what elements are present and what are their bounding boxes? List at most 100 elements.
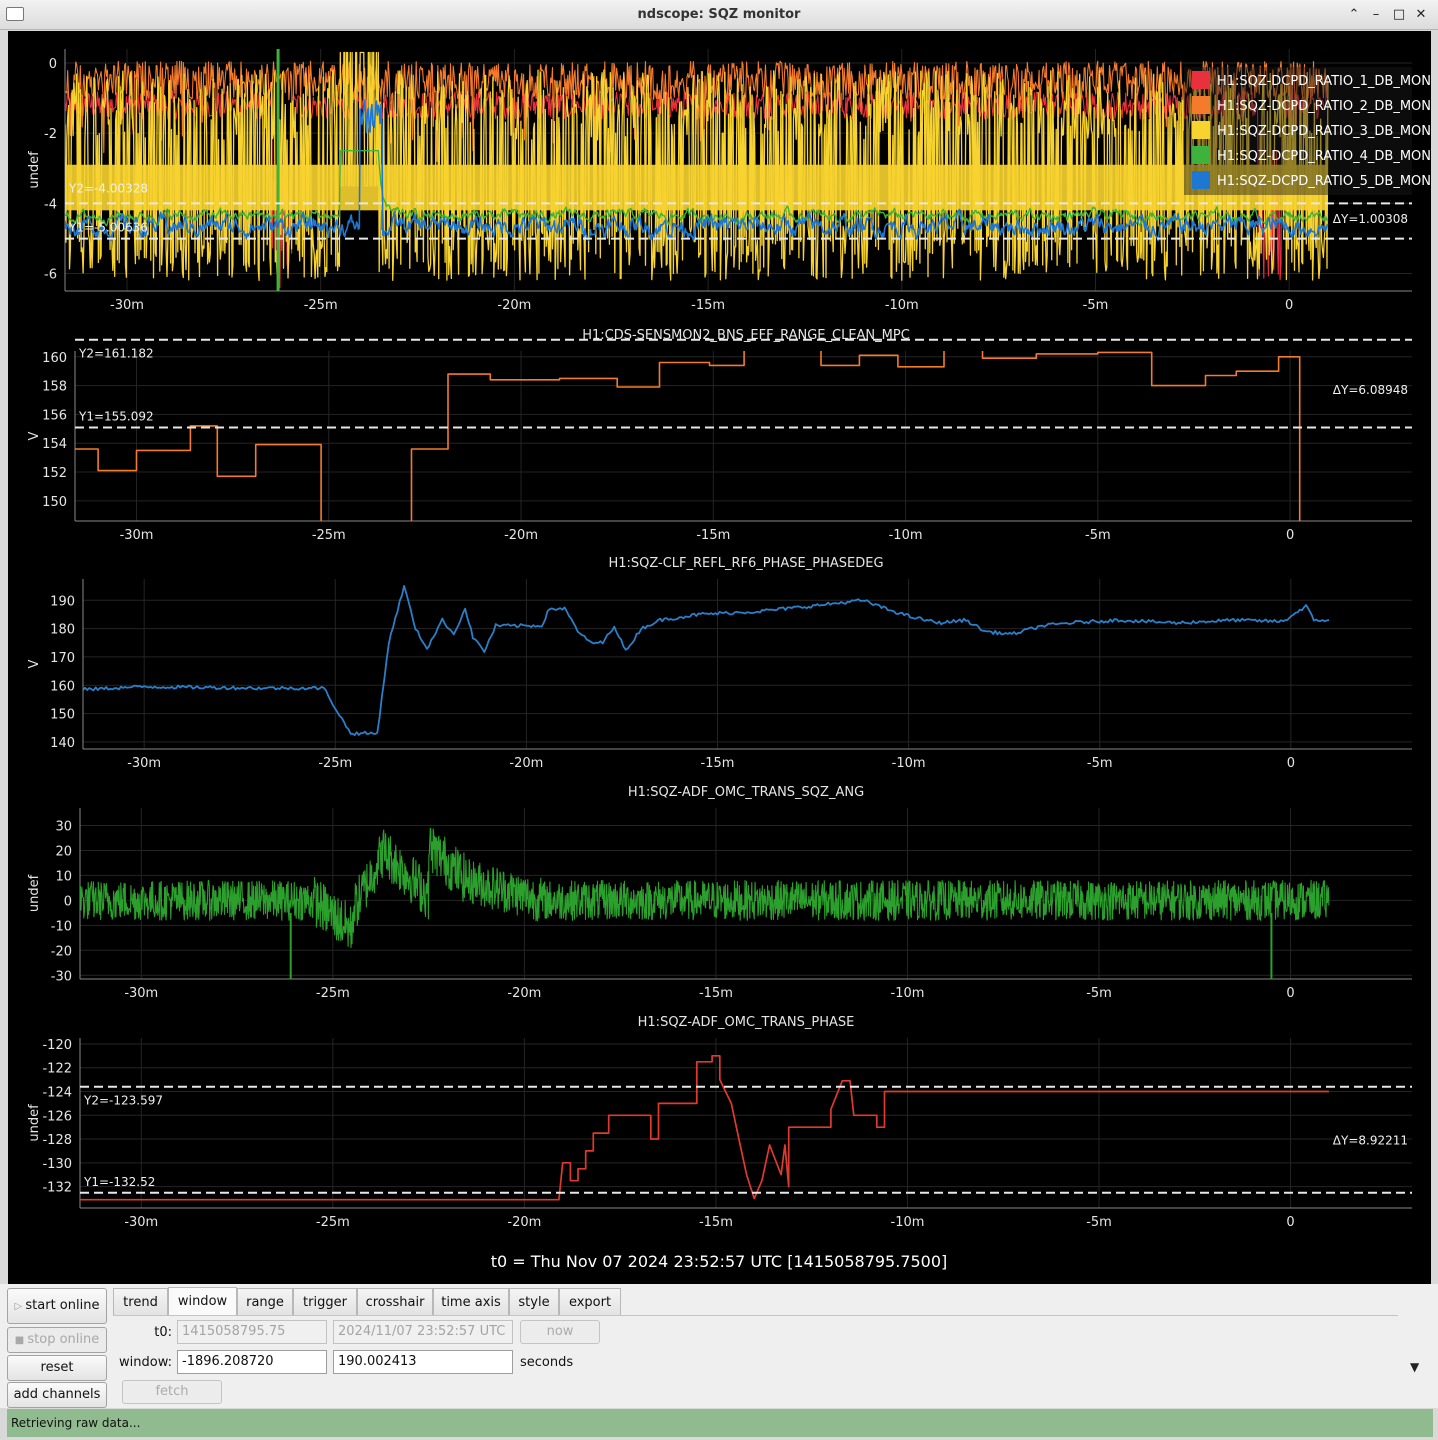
- x-tick-label: 0: [1285, 298, 1293, 313]
- x-tick-label: -15m: [696, 528, 730, 543]
- x-tick-label: 0: [1286, 1215, 1294, 1230]
- x-tick-label: -30m: [127, 756, 161, 771]
- x-tick-label: -15m: [699, 986, 733, 1001]
- x-tick-label: -30m: [120, 528, 154, 543]
- plots-canvas[interactable]: -30m -25m -20m -15m -10m -5m 0 0 -2 -4 -6 undef H1:S…: [8, 31, 1431, 1284]
- y-tick-label: -128: [42, 1133, 72, 1148]
- t0-utc-field[interactable]: 2024/11/07 23:52:57 UTC: [333, 1320, 513, 1344]
- y-tick-label: 10: [55, 869, 72, 884]
- series-trans-phase: [80, 1054, 1329, 1201]
- control-panel: ▷ start online ■ stop online reset add c…: [0, 1284, 1438, 1408]
- close-button[interactable]: ✕: [1411, 5, 1431, 25]
- cursor-label-y2: Y2=-123.597: [83, 1094, 163, 1108]
- x-tick-label: -30m: [110, 298, 144, 313]
- x-tick-label: -5m: [1087, 756, 1113, 771]
- status-bar: Retrieving raw data...: [7, 1409, 1433, 1437]
- tab-time-axis[interactable]: time axis: [433, 1288, 509, 1316]
- minimize-button[interactable]: –: [1366, 5, 1386, 25]
- y-tick-label: -130: [42, 1157, 72, 1172]
- plot-traces: [65, 49, 1329, 291]
- legend-swatch: [1192, 146, 1210, 164]
- plot-bns-range[interactable]: -30m -25m -20m -15m -10m -5m 0 160 158 156 154 152 1…: [27, 328, 1412, 543]
- start-online-label: start online: [25, 1298, 100, 1313]
- x-tick-label: -25m: [312, 528, 346, 543]
- y-axis-label: undef: [27, 874, 42, 912]
- x-tick-label: -25m: [316, 986, 350, 1001]
- cursor-delta-label: ΔY=6.08948: [1333, 383, 1408, 397]
- x-tick-label: -10m: [889, 528, 923, 543]
- maximize-button[interactable]: □: [1389, 5, 1409, 25]
- x-tick-label: -20m: [504, 528, 538, 543]
- plot-title: H1:SQZ-ADF_OMC_TRANS_PHASE: [638, 1015, 855, 1030]
- window-end-field[interactable]: 190.002413: [333, 1350, 513, 1374]
- reset-button[interactable]: reset: [7, 1355, 107, 1381]
- y-axis-label: V: [27, 659, 42, 668]
- start-online-button[interactable]: ▷ start online: [7, 1288, 107, 1324]
- add-channels-button[interactable]: add channels: [7, 1382, 107, 1408]
- x-tick-label: -15m: [691, 298, 725, 313]
- y-axis-label: V: [27, 431, 42, 440]
- stop-online-label: stop online: [27, 1332, 100, 1347]
- window-field-label: window:: [119, 1355, 172, 1370]
- x-tick-label: -15m: [699, 1215, 733, 1230]
- plot-trans-phase[interactable]: -30m -25m -20m -15m -10m -5m 0 -120 -122 -124 -126…: [27, 1015, 1412, 1230]
- now-button[interactable]: now: [520, 1320, 600, 1344]
- y-tick-label: -132: [42, 1181, 72, 1196]
- x-tick-label: -30m: [124, 986, 158, 1001]
- plot-title: H1:SQZ-CLF_REFL_RF6_PHASE_PHASEDEG: [608, 556, 883, 571]
- tab-export[interactable]: export: [559, 1288, 621, 1316]
- tab-range[interactable]: range: [237, 1288, 293, 1316]
- x-tick-label: -15m: [701, 756, 735, 771]
- x-tick-label: -25m: [316, 1215, 350, 1230]
- plot-sqz-ang[interactable]: -30m -25m -20m -15m -10m -5m 0 30 20 10 0 -10 -20 -30…: [27, 785, 1412, 1001]
- tab-style[interactable]: style: [509, 1288, 559, 1316]
- y-tick-label: -4: [44, 197, 57, 212]
- tab-trigger[interactable]: trigger: [293, 1288, 357, 1316]
- cursor-label-y1: Y1=-132.52: [83, 1175, 155, 1189]
- plot-area[interactable]: -30m -25m -20m -15m -10m -5m 0 0 -2 -4 -6 undef H1:S…: [8, 31, 1431, 1284]
- tab-divider: [113, 1315, 1398, 1316]
- window-title: ndscope: SQZ monitor: [637, 7, 801, 22]
- legend-entry: H1:SQZ-DCPD_RATIO_4_DB_MON: [1217, 149, 1431, 164]
- y-tick-label: 20: [55, 844, 72, 859]
- t0-gps-field[interactable]: 1415058795.75: [177, 1320, 327, 1344]
- plot-traces: [83, 585, 1330, 736]
- y-tick-label: -122: [42, 1062, 72, 1077]
- series-sqz-ang: [80, 827, 1330, 949]
- plot-dcpd-ratio[interactable]: -30m -25m -20m -15m -10m -5m 0 0 -2 -4 -6 undef H1:S…: [27, 49, 1431, 313]
- cursor-label-y1: Y1=-5.00636: [68, 221, 148, 235]
- cursor-delta-label: ΔY=8.92211: [1333, 1134, 1408, 1148]
- y-tick-label: 160: [42, 351, 67, 366]
- tab-window[interactable]: window: [168, 1287, 237, 1316]
- x-tick-label: -5m: [1086, 1215, 1112, 1230]
- x-tick-label: -10m: [885, 298, 919, 313]
- fetch-button[interactable]: fetch: [122, 1380, 222, 1404]
- y-tick-label: 156: [42, 408, 67, 423]
- y-tick-label: 170: [50, 651, 75, 666]
- y-tick-label: -126: [42, 1109, 72, 1124]
- tab-trend[interactable]: trend: [113, 1288, 168, 1316]
- y-tick-label: 150: [42, 495, 67, 510]
- plot-title: H1:CDS-SENSMON2_BNS_EFF_RANGE_CLEAN_MPC: [582, 328, 910, 343]
- y-tick-label: 150: [50, 708, 75, 723]
- cursor-delta-label: ΔY=1.00308: [1333, 212, 1408, 226]
- tab-crosshair[interactable]: crosshair: [357, 1288, 433, 1316]
- window-start-field[interactable]: -1896.208720: [177, 1350, 327, 1374]
- x-tick-label: -10m: [892, 756, 926, 771]
- legend-swatch: [1192, 121, 1210, 139]
- plot-traces: [80, 1054, 1329, 1201]
- plot-clf-phase[interactable]: -30m -25m -20m -15m -10m -5m 0 190 180 170 160 150 1…: [27, 556, 1412, 771]
- legend-entry: H1:SQZ-DCPD_RATIO_5_DB_MON: [1217, 174, 1431, 189]
- y-tick-label: 0: [49, 57, 57, 72]
- y-tick-label: 160: [50, 679, 75, 694]
- legend-swatch: [1192, 171, 1210, 189]
- x-tick-label: -25m: [318, 756, 352, 771]
- x-tick-label: -20m: [507, 986, 541, 1001]
- shade-button[interactable]: ⌃: [1344, 5, 1364, 25]
- x-tick-label: -30m: [124, 1215, 158, 1230]
- stop-online-button[interactable]: ■ stop online: [7, 1327, 107, 1353]
- x-tick-label: 0: [1287, 756, 1295, 771]
- y-axis-label: undef: [27, 151, 42, 189]
- expand-arrow-icon[interactable]: ▼: [1410, 1360, 1419, 1374]
- y-tick-label: -30: [51, 969, 72, 984]
